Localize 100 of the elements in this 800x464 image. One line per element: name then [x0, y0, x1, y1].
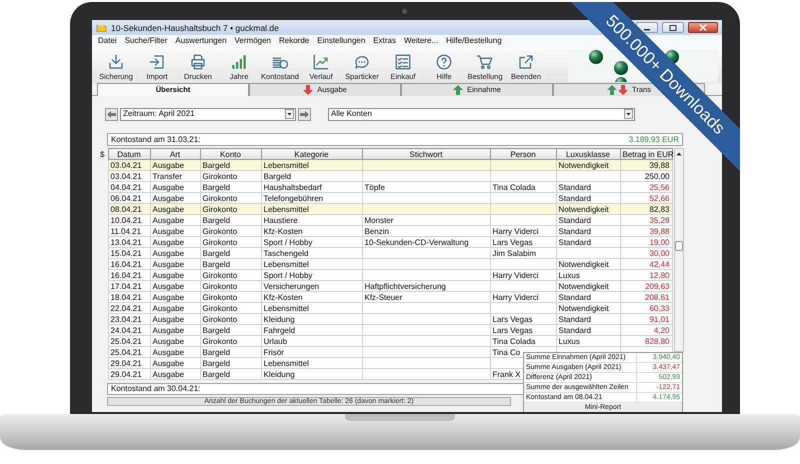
table-row[interactable]: 17.04.21 Ausgabe Girokonto Versicherungen Haftpflichtversicherung Notwendigkeit 209,63: [100, 280, 672, 292]
arrow-up-icon: [453, 85, 464, 95]
arrow-down-icon: [303, 85, 314, 95]
table-cell: Tina Colada: [490, 182, 556, 192]
table-cell: Sport / Hobby: [261, 270, 362, 280]
table-row[interactable]: 25.04.21 Ausgabe Girokonto Urlaub Tina Colada Luxus 828,80: [100, 336, 672, 346]
close-icon: [699, 24, 707, 31]
table-cell: 18.04.21: [108, 292, 150, 302]
scrollbar[interactable]: [674, 148, 684, 352]
scrollbar-thumb[interactable]: [674, 241, 682, 251]
table-cell: Lars Vegas: [490, 324, 556, 336]
table-row[interactable]: 18.04.21 Ausgabe Girokonto Kfz-Kosten Kfz-Steuer Harry Viderci Standard 208,61: [100, 292, 672, 302]
table-row[interactable]: 15.04.21 Ausgabe Bargeld Taschengeld Jim Salabim 30,00: [100, 248, 672, 258]
table-row[interactable]: 03.04.21 Transfer Girokonto Bargeld 250,00: [100, 170, 672, 182]
menu-item[interactable]: Einstellungen: [313, 36, 370, 46]
menu-item[interactable]: Extras: [369, 36, 400, 46]
table-cell: Telefongebühren: [261, 192, 362, 204]
table-row[interactable]: 13.04.21 Ausgabe Girokonto Sport / Hobby 10-Sekunden-CD-Verwaltung Lars Vegas Standard 19,00: [100, 236, 672, 248]
table-cell: Lebensmittel: [261, 302, 362, 314]
balance-label: Kontostand am 31.03.21:: [111, 134, 200, 144]
table-cell: Haftpflichtversicherung: [362, 280, 490, 292]
table-cell: 24.04.21: [108, 324, 150, 336]
menu-item[interactable]: Vermögen: [230, 36, 275, 46]
cart-icon: [476, 53, 494, 71]
maximize-button[interactable]: [662, 22, 684, 33]
column-header[interactable]: Betrag in EUR: [620, 148, 672, 160]
bar-chart-icon: [230, 53, 248, 71]
table-cell: 15.04.21: [108, 248, 150, 258]
table-cell: Kfz-Kosten: [261, 226, 362, 236]
table-cell: 29.04.21: [108, 358, 150, 368]
table-row[interactable]: 23.04.21 Ausgabe Girokonto Kleidung Lars Vegas Standard 91,01: [100, 314, 672, 324]
previous-button[interactable]: [105, 108, 118, 120]
column-header[interactable]: Stichwort: [362, 148, 490, 160]
table-cell: Lebensmittel: [261, 204, 362, 214]
table-row[interactable]: 11.04.21 Ausgabe Girokonto Kfz-Kosten Benzin Harry Viderci Standard 39,88: [100, 226, 672, 236]
table-cell: Haushaltsbedarf: [261, 182, 362, 192]
table-cell: Töpfe: [362, 182, 490, 192]
menu-item[interactable]: Rekorde: [275, 36, 314, 46]
table-cell: 10-Sekunden-CD-Verwaltung: [362, 236, 490, 248]
close-button[interactable]: [688, 22, 718, 33]
table-cell: Versicherungen: [261, 280, 362, 292]
speech-bubble-icon: [353, 53, 371, 71]
table-cell: 22.04.21: [108, 302, 150, 314]
table-cell: Jim Salabim: [490, 248, 556, 258]
table-row[interactable]: 22.04.21 Ausgabe Girokonto Lebensmittel Notwendigkeit 60,33: [100, 302, 672, 314]
table-cell: 16.04.21: [108, 270, 150, 280]
column-header[interactable]: Kategorie: [261, 148, 362, 160]
menu-item[interactable]: Auswertungen: [171, 36, 231, 46]
table-cell: Benzin: [362, 226, 490, 236]
table-row[interactable]: 24.04.21 Ausgabe Bargeld Fahrgeld Lars Vegas Standard 4,20: [100, 324, 672, 336]
menu-item[interactable]: Datei: [94, 36, 121, 46]
table-row[interactable]: 16.04.21 Ausgabe Bargeld Lebensmittel Notwendigkeit 42,44: [100, 258, 672, 270]
table-cell: 06.04.21: [108, 192, 150, 204]
table-cell: Lars Vegas: [490, 236, 556, 248]
sort-marker[interactable]: $: [100, 148, 108, 160]
table-cell: 23.04.21: [108, 314, 150, 324]
import-icon: [148, 53, 166, 71]
camera-dot: [402, 9, 407, 14]
table-row[interactable]: 08.04.21 Ausgabe Girokonto Lebensmittel Notwendigkeit 82,83: [100, 204, 672, 214]
account-dropdown[interactable]: Alle Konten: [328, 108, 635, 120]
table-cell: 25.04.21: [108, 336, 150, 346]
menu-item[interactable]: Suche/Filter: [120, 36, 172, 46]
menu-item[interactable]: Hilfe/Bestellung: [442, 36, 506, 46]
table-cell: 03.04.21: [108, 170, 150, 182]
column-header[interactable]: Luxusklasse: [556, 148, 620, 160]
table-row[interactable]: 04.04.21 Ausgabe Bargeld Haushaltsbedarf Töpfe Tina Colada Standard 25,56: [100, 182, 672, 192]
table-cell: Monster: [362, 214, 490, 226]
table-cell: Fahrgeld: [261, 324, 362, 336]
download-icon: [107, 53, 125, 71]
menu-item[interactable]: Weitere...: [400, 36, 442, 46]
table-cell: Kleidung: [261, 314, 362, 324]
column-header[interactable]: Person: [490, 148, 556, 160]
table-cell: Frisör: [261, 346, 362, 358]
column-header[interactable]: Konto: [200, 148, 261, 160]
table-row[interactable]: 03.04.21 Ausgabe Bargeld Lebensmittel Notwendigkeit 39,88: [100, 160, 672, 170]
table-cell: Kleidung: [261, 368, 362, 380]
checklist-icon: [394, 53, 412, 71]
balance-value: 3.189,93 EUR: [628, 134, 679, 144]
column-header[interactable]: Datum: [108, 148, 150, 160]
next-button[interactable]: [298, 108, 311, 120]
table-cell: Haustiere: [261, 214, 362, 226]
balance-label: Kontostand am 30.04.21:: [111, 384, 200, 393]
table-cell: 13.04.21: [108, 236, 150, 248]
app-icon: [96, 22, 107, 32]
caret-icon: [624, 109, 633, 119]
table-row[interactable]: 10.04.21 Ausgabe Bargeld Haustiere Monster Standard 35,28: [100, 214, 672, 226]
column-header[interactable]: Art: [150, 148, 200, 160]
printer-icon: [189, 53, 207, 71]
table-cell: 08.04.21: [108, 204, 150, 214]
caret-icon: [285, 109, 294, 119]
transfer-arrows-icon: [607, 85, 628, 95]
table-cell: Harry Viderci: [490, 226, 556, 236]
table-cell: 29.04.21: [108, 368, 150, 380]
table-cell: Sport / Hobby: [261, 236, 362, 248]
table-cell: 10.04.21: [108, 214, 150, 226]
table-cell: 17.04.21: [108, 280, 150, 292]
period-dropdown[interactable]: Zeitraum: April 2021: [120, 108, 296, 120]
table-cell: 04.04.21: [108, 182, 150, 192]
table-row[interactable]: 06.04.21 Ausgabe Girokonto Telefongebühren Standard 52,66: [100, 192, 672, 204]
table-row[interactable]: 16.04.21 Ausgabe Girokonto Sport / Hobby Harry Viderci Luxus 12,80: [100, 270, 672, 280]
